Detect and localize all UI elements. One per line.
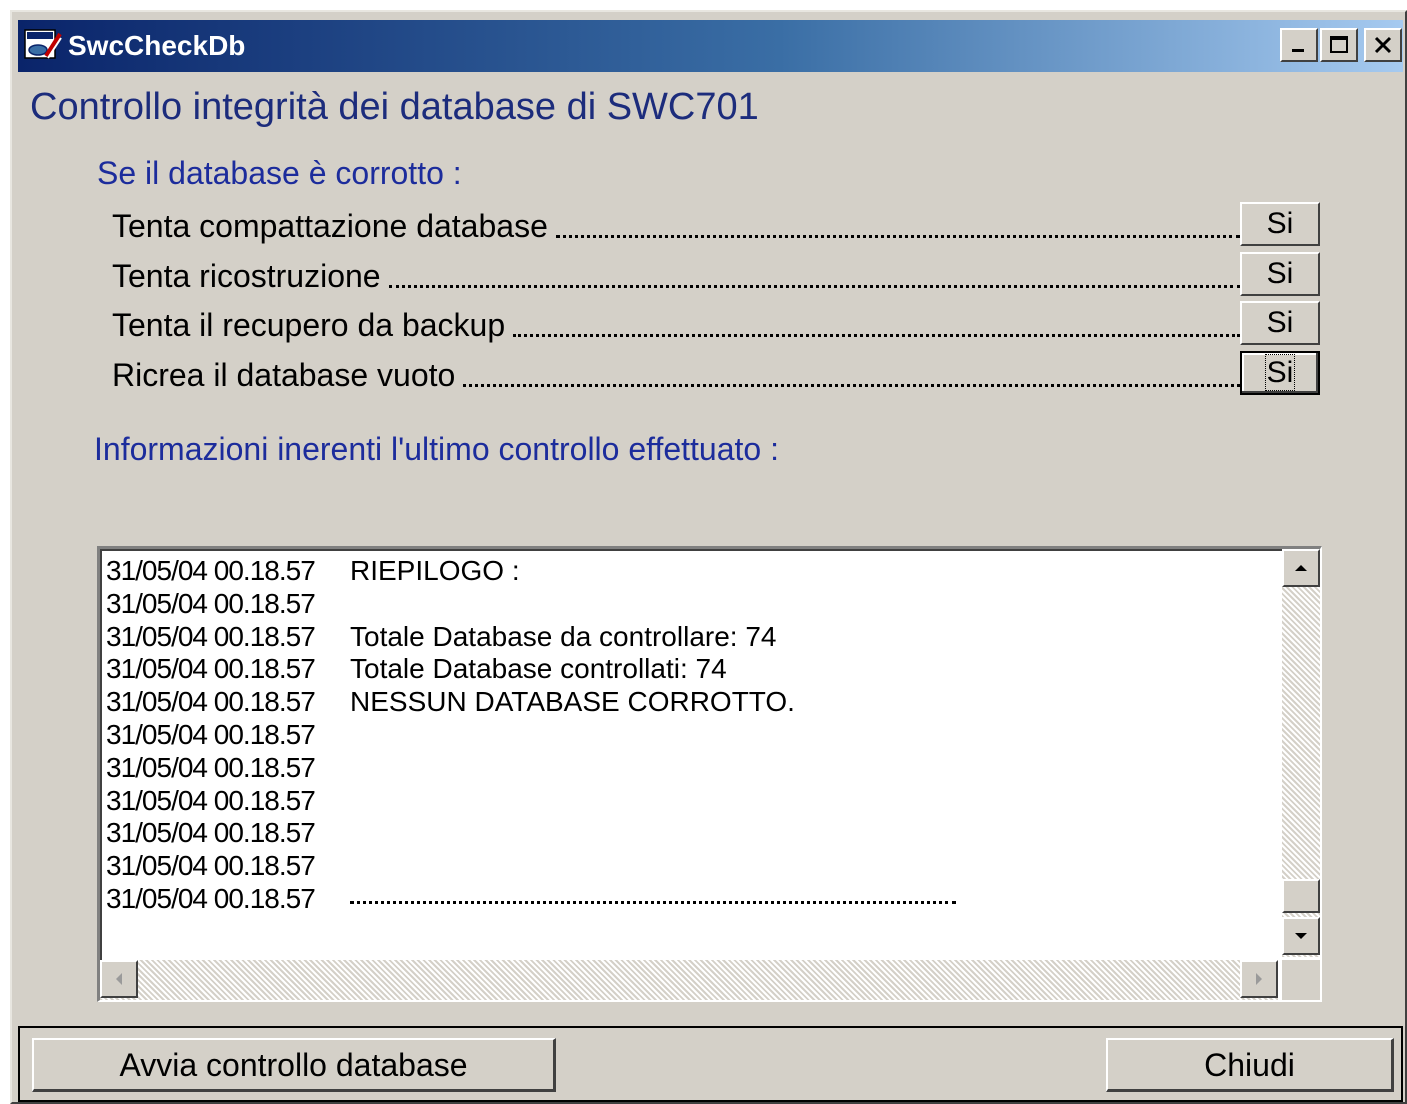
- log-line: 31/05/04 00.18.57 RIEPILOGO :: [106, 555, 1266, 588]
- option-backup-row: Tenta il recupero da backup: [112, 301, 1240, 345]
- option-recreate-label: Ricrea il database vuoto: [112, 357, 456, 393]
- log-lines: 31/05/04 00.18.57 RIEPILOGO : 31/05/04 0…: [106, 555, 1266, 955]
- option-backup-label: Tenta il recupero da backup: [112, 307, 506, 343]
- log-line: 31/05/04 00.18.57: [106, 719, 1266, 752]
- arrow-left-icon: [116, 973, 122, 985]
- info-section-label: Informazioni inerenti l'ultimo controllo…: [94, 431, 779, 467]
- option-recreate-button[interactable]: Si: [1240, 351, 1320, 395]
- vertical-scrollbar[interactable]: [1282, 549, 1320, 957]
- scroll-down-button[interactable]: [1282, 917, 1320, 955]
- option-recreate-row: Ricrea il database vuoto: [112, 351, 1240, 395]
- corrupt-section-label: Se il database è corrotto :: [97, 155, 462, 191]
- close-window-button[interactable]: [1364, 28, 1402, 62]
- log-line: 31/05/04 00.18.57 Totale Database contro…: [106, 653, 1266, 686]
- leader-dots: [555, 235, 1240, 238]
- vertical-scroll-thumb[interactable]: [1282, 879, 1320, 913]
- log-timestamp: 31/05/04 00.18.57: [106, 620, 316, 652]
- log-timestamp: 31/05/04 00.18.57: [106, 686, 316, 718]
- log-timestamp: 31/05/04 00.18.57: [106, 718, 316, 750]
- leader-dots: [463, 384, 1240, 387]
- app-window: SwcCheckDb Controllo integrità dei datab…: [10, 10, 1407, 1104]
- window-title: SwcCheckDb: [68, 30, 246, 61]
- page-title: Controllo integrità dei database di SWC7…: [30, 86, 759, 128]
- log-timestamp: 31/05/04 00.18.57: [106, 784, 316, 816]
- log-line: 31/05/04 00.18.57: [106, 588, 1266, 621]
- log-timestamp: 31/05/04 00.18.57: [106, 850, 316, 882]
- close-button[interactable]: Chiudi: [1106, 1038, 1394, 1092]
- option-rebuild-label: Tenta ricostruzione: [112, 258, 381, 294]
- title-bar[interactable]: SwcCheckDb: [18, 20, 1403, 72]
- close-icon: [1374, 36, 1392, 54]
- log-line: 31/05/04 00.18.57 NESSUN DATABASE CORROT…: [106, 686, 1266, 719]
- log-message: RIEPILOGO :: [350, 555, 520, 586]
- option-compact-label: Tenta compattazione database: [112, 208, 548, 244]
- option-compact-button[interactable]: Si: [1240, 202, 1320, 246]
- log-timestamp: 31/05/04 00.18.57: [106, 882, 316, 914]
- option-rebuild-button[interactable]: Si: [1240, 252, 1320, 296]
- minimize-icon: [1292, 49, 1304, 52]
- start-check-button[interactable]: Avvia controllo database: [32, 1038, 556, 1092]
- leader-dots: [388, 285, 1240, 288]
- log-timestamp: 31/05/04 00.18.57: [106, 653, 316, 685]
- maximize-icon: [1330, 36, 1348, 53]
- log-separator: [350, 900, 956, 904]
- log-line: 31/05/04 00.18.57: [106, 850, 1266, 883]
- log-timestamp: 31/05/04 00.18.57: [106, 587, 316, 619]
- log-listbox[interactable]: 31/05/04 00.18.57 RIEPILOGO : 31/05/04 0…: [97, 546, 1322, 1002]
- leader-dots: [513, 334, 1240, 337]
- log-message: Totale Database controllati: 74: [350, 653, 727, 685]
- log-timestamp: 31/05/04 00.18.57: [106, 555, 316, 586]
- minimize-button[interactable]: [1280, 28, 1318, 62]
- arrow-right-icon: [1256, 973, 1262, 985]
- log-line: 31/05/04 00.18.57: [106, 752, 1266, 785]
- horizontal-scrollbar[interactable]: [100, 960, 1278, 1000]
- scrollbar-corner: [1282, 960, 1320, 1000]
- log-line: 31/05/04 00.18.57: [106, 883, 1266, 916]
- scroll-left-button[interactable]: [100, 960, 138, 998]
- maximize-button[interactable]: [1320, 28, 1358, 62]
- scroll-up-button[interactable]: [1282, 549, 1320, 587]
- bottom-button-bar: Avvia controllo database Chiudi: [18, 1026, 1403, 1102]
- log-line: 31/05/04 00.18.57: [106, 817, 1266, 850]
- log-line: 31/05/04 00.18.57 Totale Database da con…: [106, 621, 1266, 654]
- arrow-up-icon: [1295, 565, 1307, 571]
- log-timestamp: 31/05/04 00.18.57: [106, 751, 316, 783]
- option-compact-row: Tenta compattazione database: [112, 202, 1240, 246]
- log-timestamp: 31/05/04 00.18.57: [106, 817, 316, 849]
- arrow-down-icon: [1295, 933, 1307, 939]
- log-message: NESSUN DATABASE CORROTTO.: [350, 686, 795, 718]
- log-message: Totale Database da controllare: 74: [350, 620, 777, 652]
- log-line: 31/05/04 00.18.57: [106, 785, 1266, 818]
- option-backup-button[interactable]: Si: [1240, 301, 1320, 345]
- scroll-right-button[interactable]: [1240, 960, 1278, 998]
- swc-app-icon: [24, 29, 62, 59]
- option-rebuild-row: Tenta ricostruzione: [112, 252, 1240, 296]
- option-recreate-value: Si: [1264, 354, 1296, 391]
